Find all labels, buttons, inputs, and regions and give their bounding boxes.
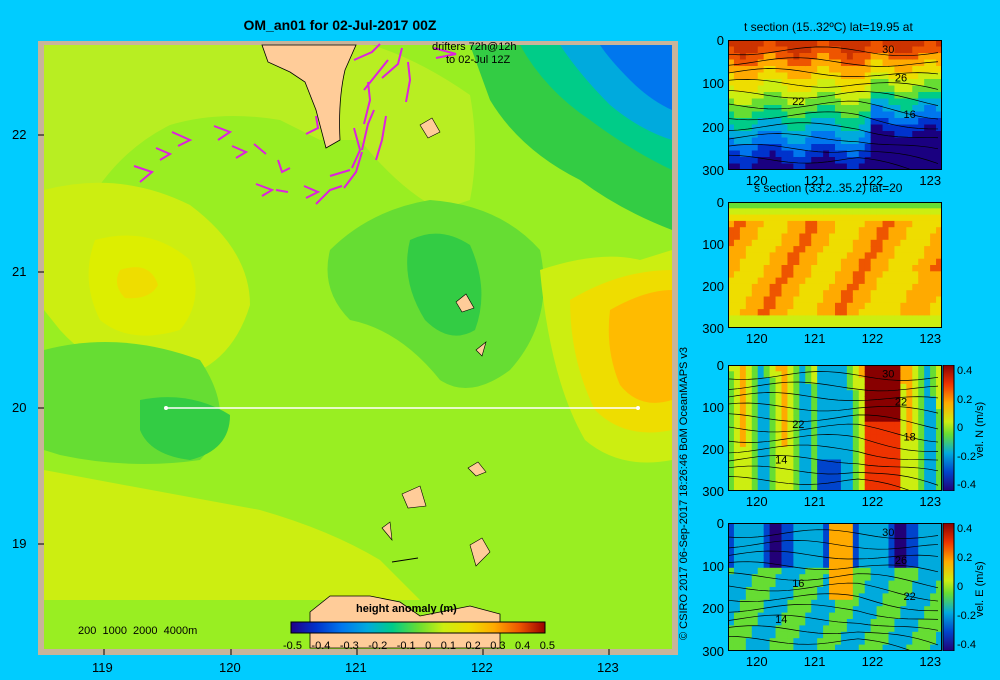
colorbar-tick: -0.4: [311, 640, 331, 652]
section-y-tick: 200: [702, 279, 724, 294]
contour-label: 16: [903, 109, 915, 121]
lon-tick: 121: [345, 660, 367, 675]
colorbar-tick: -0.4: [957, 639, 976, 651]
vel-e-colorbar: [942, 523, 955, 651]
section-x-tick: 120: [745, 654, 768, 669]
contour-label: 16: [792, 578, 804, 590]
drifter-label-2: to 02-Jul 12Z: [446, 54, 511, 66]
colorbar-tick: 0.4: [514, 640, 531, 652]
drifter-label-1: drifters 72h@12h: [432, 41, 517, 53]
colorbar: [290, 621, 546, 634]
colorbar-tick: 0.2: [465, 640, 481, 652]
section-y-tick: 300: [702, 484, 724, 499]
t-section-plot: 30 26 22 16: [728, 40, 942, 170]
section-y-tick: 100: [702, 76, 724, 92]
vel-n-colorbar: [942, 365, 955, 491]
lat-tick: 19: [12, 536, 27, 551]
lon-tick: 122: [471, 660, 493, 675]
section-y-tick: 0: [716, 33, 724, 48]
contour-label: 22: [895, 396, 907, 408]
colorbar-tick: 0.4: [957, 365, 973, 377]
contour-label: 22: [903, 591, 915, 603]
section-y-tick: 300: [702, 321, 724, 336]
contour-label: 30: [882, 369, 894, 381]
section-y-tick: 0: [716, 516, 724, 531]
s-section-plot: [728, 202, 942, 328]
lat-tick: 20: [12, 400, 27, 415]
colorbar-tick: -0.5: [283, 640, 302, 652]
colorbar-tick: 0: [425, 640, 432, 652]
section-x-tick: 123: [919, 654, 942, 669]
vel-e-section-plot: 30 26 16 22 14: [728, 523, 942, 651]
colorbar-tick: 0.1: [440, 640, 456, 652]
section-x-tick: 122: [861, 654, 884, 669]
colorbar-ticks: -0.5 -0.4 -0.3 -0.2 -0.1 0 0.1 0.2 0.3 0…: [283, 640, 555, 652]
contour-label: 22: [792, 96, 804, 108]
lon-tick: 120: [219, 660, 241, 675]
contour-label: 26: [895, 73, 907, 85]
contour-label: 14: [775, 454, 787, 466]
contour-label: 26: [895, 555, 907, 567]
section-x-tick: 121: [803, 654, 826, 669]
section-x-tick: 122: [861, 173, 884, 188]
section-y-tick: 200: [702, 442, 724, 457]
section-y-tick: 200: [702, 601, 724, 617]
lat-tick: 22: [12, 127, 27, 142]
contour-label: 22: [792, 419, 804, 431]
section-x-tick: 120: [745, 173, 768, 188]
depth-legend: 200 1000 2000 4000m: [78, 625, 198, 637]
section-y-tick: 100: [702, 400, 724, 415]
colorbar-tick: 0.5: [539, 640, 555, 652]
contour-label: 14: [775, 614, 787, 626]
lon-tick: 119: [92, 660, 113, 675]
section-y-tick: 300: [702, 163, 724, 178]
section-y-tick: 100: [702, 237, 724, 252]
colorbar-tick: -0.3: [339, 640, 359, 652]
colorbar-title: height anomaly (m): [356, 603, 457, 615]
section-x-tick: 121: [803, 494, 826, 509]
section-x-tick: 123: [919, 173, 942, 188]
colorbar-tick: -0.4: [957, 479, 976, 491]
section-x-tick: 120: [745, 494, 768, 509]
contour-label: 30: [882, 44, 894, 56]
section-x-tick: 123: [919, 494, 942, 509]
section-x-tick: 121: [803, 173, 826, 188]
section-y-tick: 200: [702, 119, 724, 135]
lon-tick: 123: [597, 660, 619, 675]
vel-n-section-plot: 30 22 22 18 14: [728, 365, 942, 491]
contour-label: 18: [903, 432, 915, 444]
section-x-tick: 122: [861, 494, 884, 509]
credit-text: © CSIRO 2017 06-Sep-2017 18:26:46 BoM Oc…: [678, 346, 690, 640]
contour-label: 30: [882, 527, 894, 539]
section-x-tick: 123: [919, 331, 942, 346]
colorbar-tick: -0.1: [396, 640, 416, 652]
colorbar-tick: 0.3: [490, 640, 506, 652]
colorbar-tick: 0.4: [957, 523, 973, 535]
section-x-tick: 121: [803, 331, 826, 346]
section-y-tick: 0: [716, 195, 724, 210]
colorbar-tick: -0.2: [368, 640, 388, 652]
section-y-tick: 0: [716, 358, 724, 373]
section-y-tick: 300: [702, 644, 724, 659]
section-y-tick: 100: [702, 558, 724, 574]
lat-tick: 21: [12, 264, 27, 279]
section-x-tick: 122: [861, 331, 884, 346]
section-x-tick: 120: [745, 331, 768, 346]
t-section-title: t section (15..32ºC) lat=19.95 at: [744, 20, 913, 34]
